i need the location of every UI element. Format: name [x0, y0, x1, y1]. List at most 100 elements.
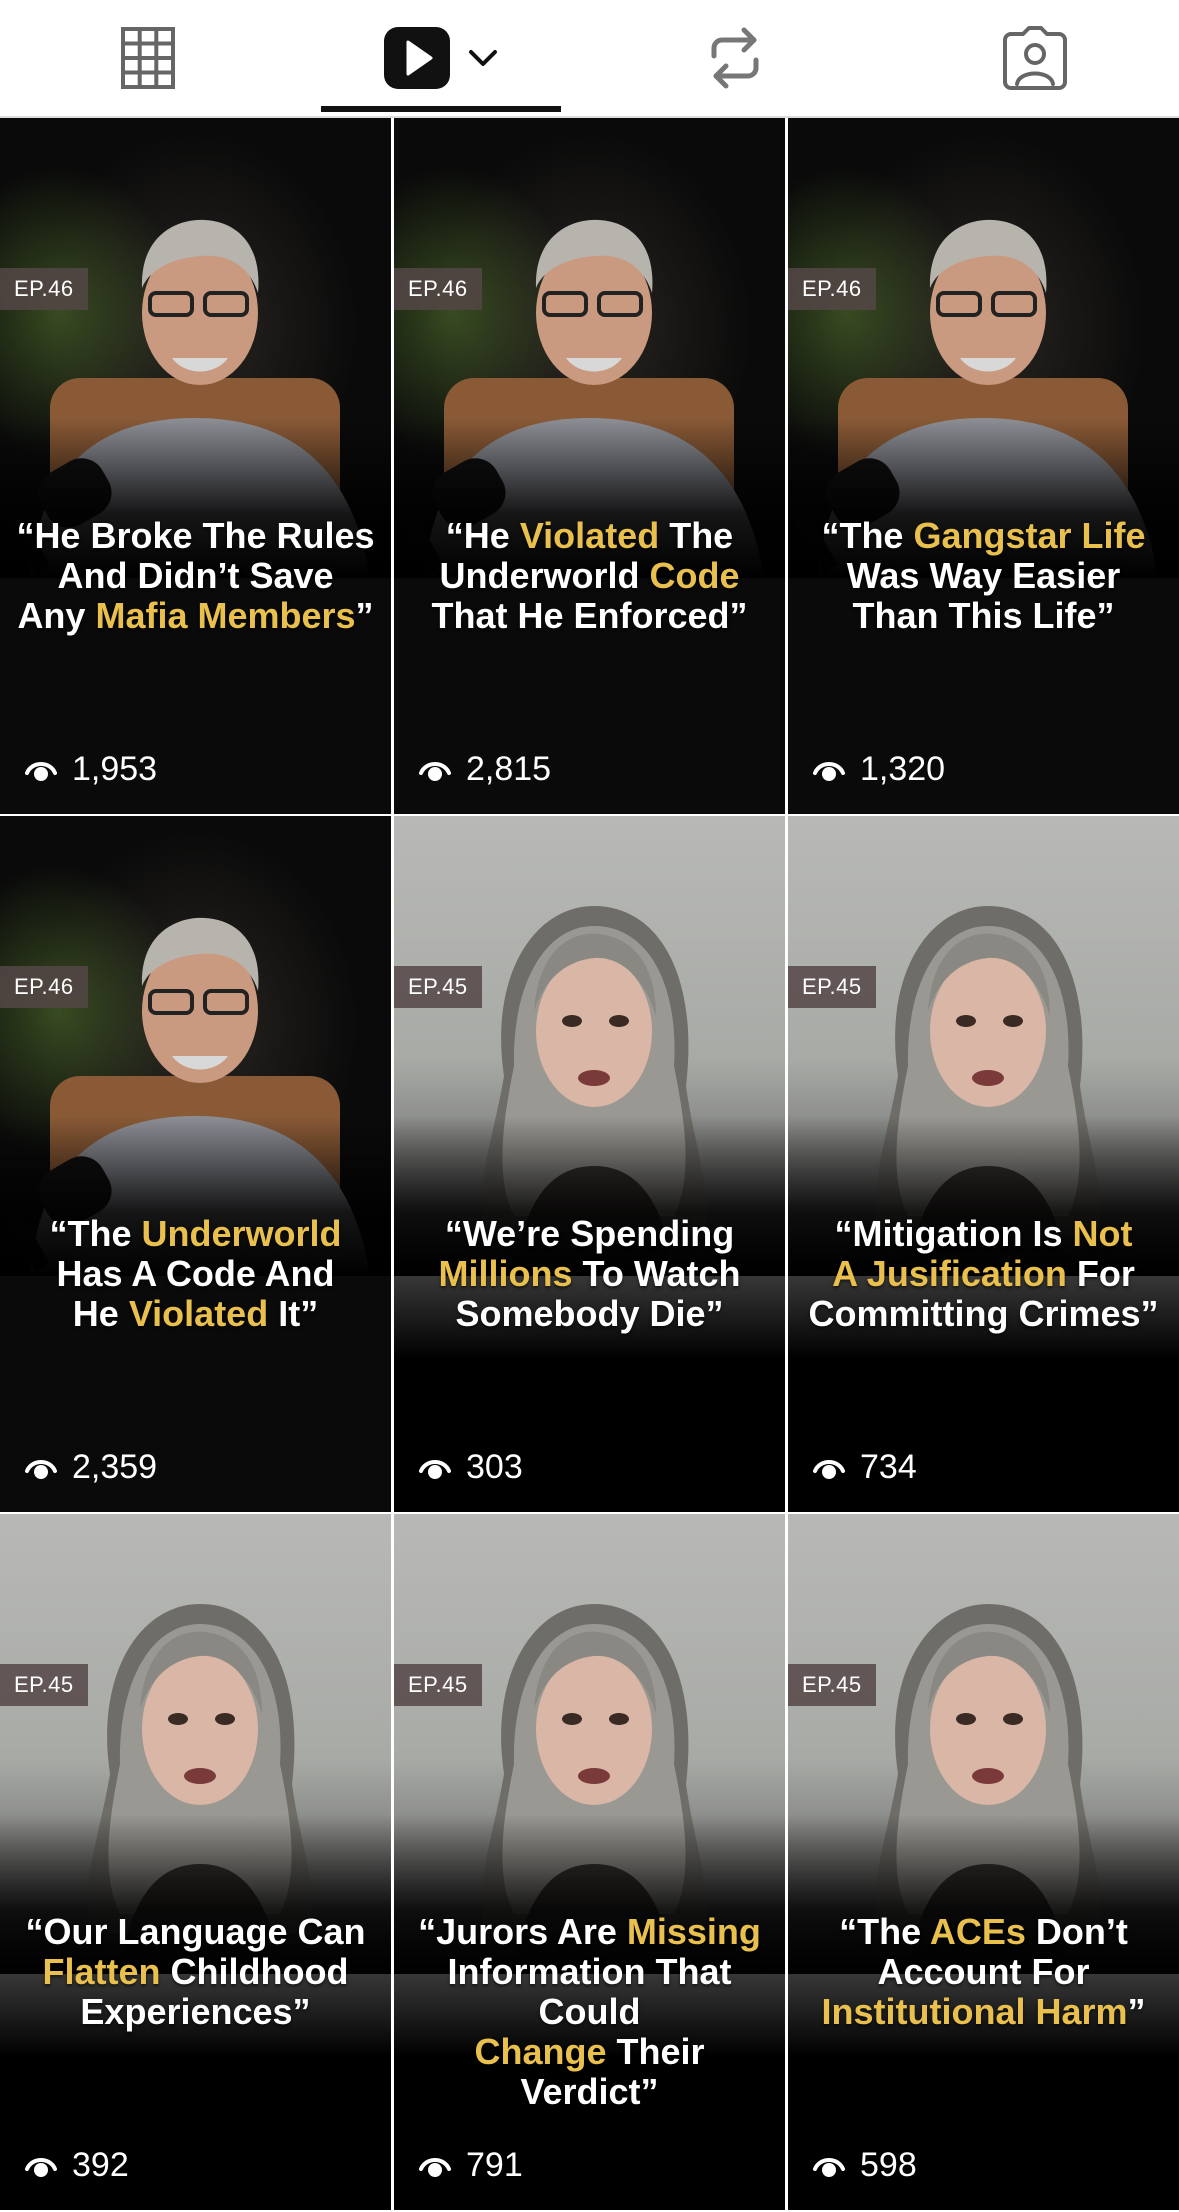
caption-highlight: Not — [1072, 1213, 1133, 1254]
video-thumbnail[interactable]: EP.45 “Mitigation Is Not A Jusification Fo… — [788, 816, 1179, 1512]
tab-grid[interactable] — [0, 0, 295, 116]
caption-line: Has A Code And — [8, 1254, 383, 1294]
video-caption: “The ACEs Don’t Account For Institutional … — [796, 1912, 1171, 2032]
caption-text: “Our Language Can — [25, 1911, 366, 1952]
view-count: 1,320 — [812, 750, 945, 789]
video-caption: “He Broke The Rules And Didn’t Save Any Ma… — [8, 516, 383, 636]
views-eye-icon — [419, 2157, 451, 2177]
caption-highlight: Change — [474, 2031, 607, 2072]
caption-line: Flatten Childhood — [8, 1952, 383, 1992]
view-count: 734 — [812, 1448, 917, 1487]
caption-line: “The ACEs Don’t — [796, 1912, 1171, 1952]
views-eye-icon — [813, 2157, 845, 2177]
view-count-value: 791 — [466, 2146, 523, 2184]
view-count: 2,815 — [418, 750, 551, 789]
caption-text: Experiences” — [80, 1991, 311, 2032]
views-eye-icon — [419, 1459, 451, 1479]
caption-line: “Our Language Can — [8, 1912, 383, 1952]
video-grid: EP.46 “He Broke The Rules And Didn’t Save A… — [0, 118, 1179, 2212]
views-eye-icon — [25, 2157, 57, 2177]
view-count: 1,953 — [24, 750, 157, 789]
tab-reposts[interactable] — [580, 0, 890, 116]
caption-line: “The Gangstar Life — [796, 516, 1171, 556]
caption-line: Somebody Die” — [402, 1294, 777, 1334]
views-eye-icon — [419, 761, 451, 781]
views-eye-icon — [25, 761, 57, 781]
episode-badge: EP.46 — [0, 966, 88, 1008]
caption-highlight: A Jusification — [832, 1253, 1067, 1294]
tab-tagged[interactable] — [890, 0, 1179, 116]
video-caption: “The Underworld Has A Code And He Violated… — [8, 1214, 383, 1334]
caption-line: “We’re Spending — [402, 1214, 777, 1254]
episode-badge: EP.46 — [788, 268, 876, 310]
caption-line: That He Enforced” — [402, 596, 777, 636]
caption-highlight: ACEs — [929, 1911, 1026, 1952]
episode-badge: EP.46 — [0, 268, 88, 310]
video-caption: “Our Language Can Flatten Childhood Experi… — [8, 1912, 383, 2032]
view-count-value: 1,320 — [860, 750, 946, 788]
caption-highlight: Missing — [626, 1911, 761, 1952]
caption-line: “Jurors Are Missing — [402, 1912, 777, 1952]
caption-highlight: Code — [649, 555, 740, 596]
video-thumbnail[interactable]: EP.46 “He Violated The Underworld Code That… — [394, 118, 785, 814]
active-tab-indicator — [321, 106, 561, 112]
view-count-value: 2,359 — [72, 1448, 158, 1486]
caption-line: A Jusification For — [796, 1254, 1171, 1294]
caption-line: Account For — [796, 1952, 1171, 1992]
caption-line: Any Mafia Members” — [8, 596, 383, 636]
caption-text: “The — [839, 1911, 930, 1952]
video-thumbnail[interactable]: EP.45 “Our Language Can Flatten Childhood E… — [0, 1514, 391, 2210]
video-caption: “He Violated The Underworld Code That He E… — [402, 516, 777, 636]
caption-line: He Violated It” — [8, 1294, 383, 1334]
caption-highlight: Flatten — [42, 1951, 161, 1992]
episode-badge: EP.46 — [394, 268, 482, 310]
view-count-value: 1,953 — [72, 750, 158, 788]
caption-text: He — [72, 1293, 129, 1334]
video-thumbnail[interactable]: EP.45 “Jurors Are Missing Information That… — [394, 1514, 785, 2210]
video-caption: “Jurors Are Missing Information That Coul… — [402, 1912, 777, 2112]
caption-text: “He — [445, 515, 520, 556]
caption-line: Committing Crimes” — [796, 1294, 1171, 1334]
view-count-value: 734 — [860, 1448, 917, 1486]
video-caption: “Mitigation Is Not A Jusification For Comm… — [796, 1214, 1171, 1334]
caption-text: Don’t — [1025, 1911, 1128, 1952]
caption-line: “He Broke The Rules — [8, 516, 383, 556]
video-thumbnail[interactable]: EP.46 “The Underworld Has A Code And He Vio… — [0, 816, 391, 1512]
caption-highlight: Millions — [438, 1253, 573, 1294]
tab-videos[interactable] — [321, 0, 561, 116]
caption-text: “We’re Spending — [444, 1213, 735, 1254]
video-thumbnail[interactable]: EP.46 “The Gangstar Life Was Way Easier Tha… — [788, 118, 1179, 814]
episode-badge: EP.45 — [394, 1664, 482, 1706]
caption-text: “The — [49, 1213, 142, 1254]
video-thumbnail[interactable]: EP.46 “He Broke The Rules And Didn’t Save A… — [0, 118, 391, 814]
video-thumbnail[interactable]: EP.45 “The ACEs Don’t Account For Instituti… — [788, 1514, 1179, 2210]
caption-text: “Mitigation Is — [834, 1213, 1073, 1254]
caption-text: The — [659, 515, 734, 556]
grid-icon — [120, 27, 175, 89]
caption-highlight: Underworld — [141, 1213, 342, 1254]
caption-line: Experiences” — [8, 1992, 383, 2032]
caption-text: Any — [17, 595, 96, 636]
caption-line: Was Way Easier — [796, 556, 1171, 596]
caption-text: That He Enforced” — [431, 595, 748, 636]
view-count-value: 2,815 — [466, 750, 552, 788]
caption-text: Than This Life” — [852, 595, 1115, 636]
view-count-value: 392 — [72, 2146, 129, 2184]
caption-highlight: Gangstar Life — [913, 515, 1146, 556]
caption-line: Than This Life” — [796, 596, 1171, 636]
caption-line: Millions To Watch — [402, 1254, 777, 1294]
caption-text: Has A Code And — [56, 1253, 335, 1294]
caption-line: Underworld Code — [402, 556, 777, 596]
views-eye-icon — [813, 761, 845, 781]
view-count: 791 — [418, 2146, 523, 2185]
caption-text: It” — [268, 1293, 319, 1334]
caption-text: “Jurors Are — [418, 1911, 627, 1952]
video-thumbnail[interactable]: EP.45 “We’re Spending Millions To Watch Som… — [394, 816, 785, 1512]
view-count: 598 — [812, 2146, 917, 2185]
chevron-down-icon — [469, 50, 497, 66]
view-count: 303 — [418, 1448, 523, 1487]
caption-text: Underworld — [439, 555, 650, 596]
views-eye-icon — [25, 1459, 57, 1479]
caption-line: Institutional Harm” — [796, 1992, 1171, 2032]
tagged-user-icon — [1002, 26, 1067, 90]
